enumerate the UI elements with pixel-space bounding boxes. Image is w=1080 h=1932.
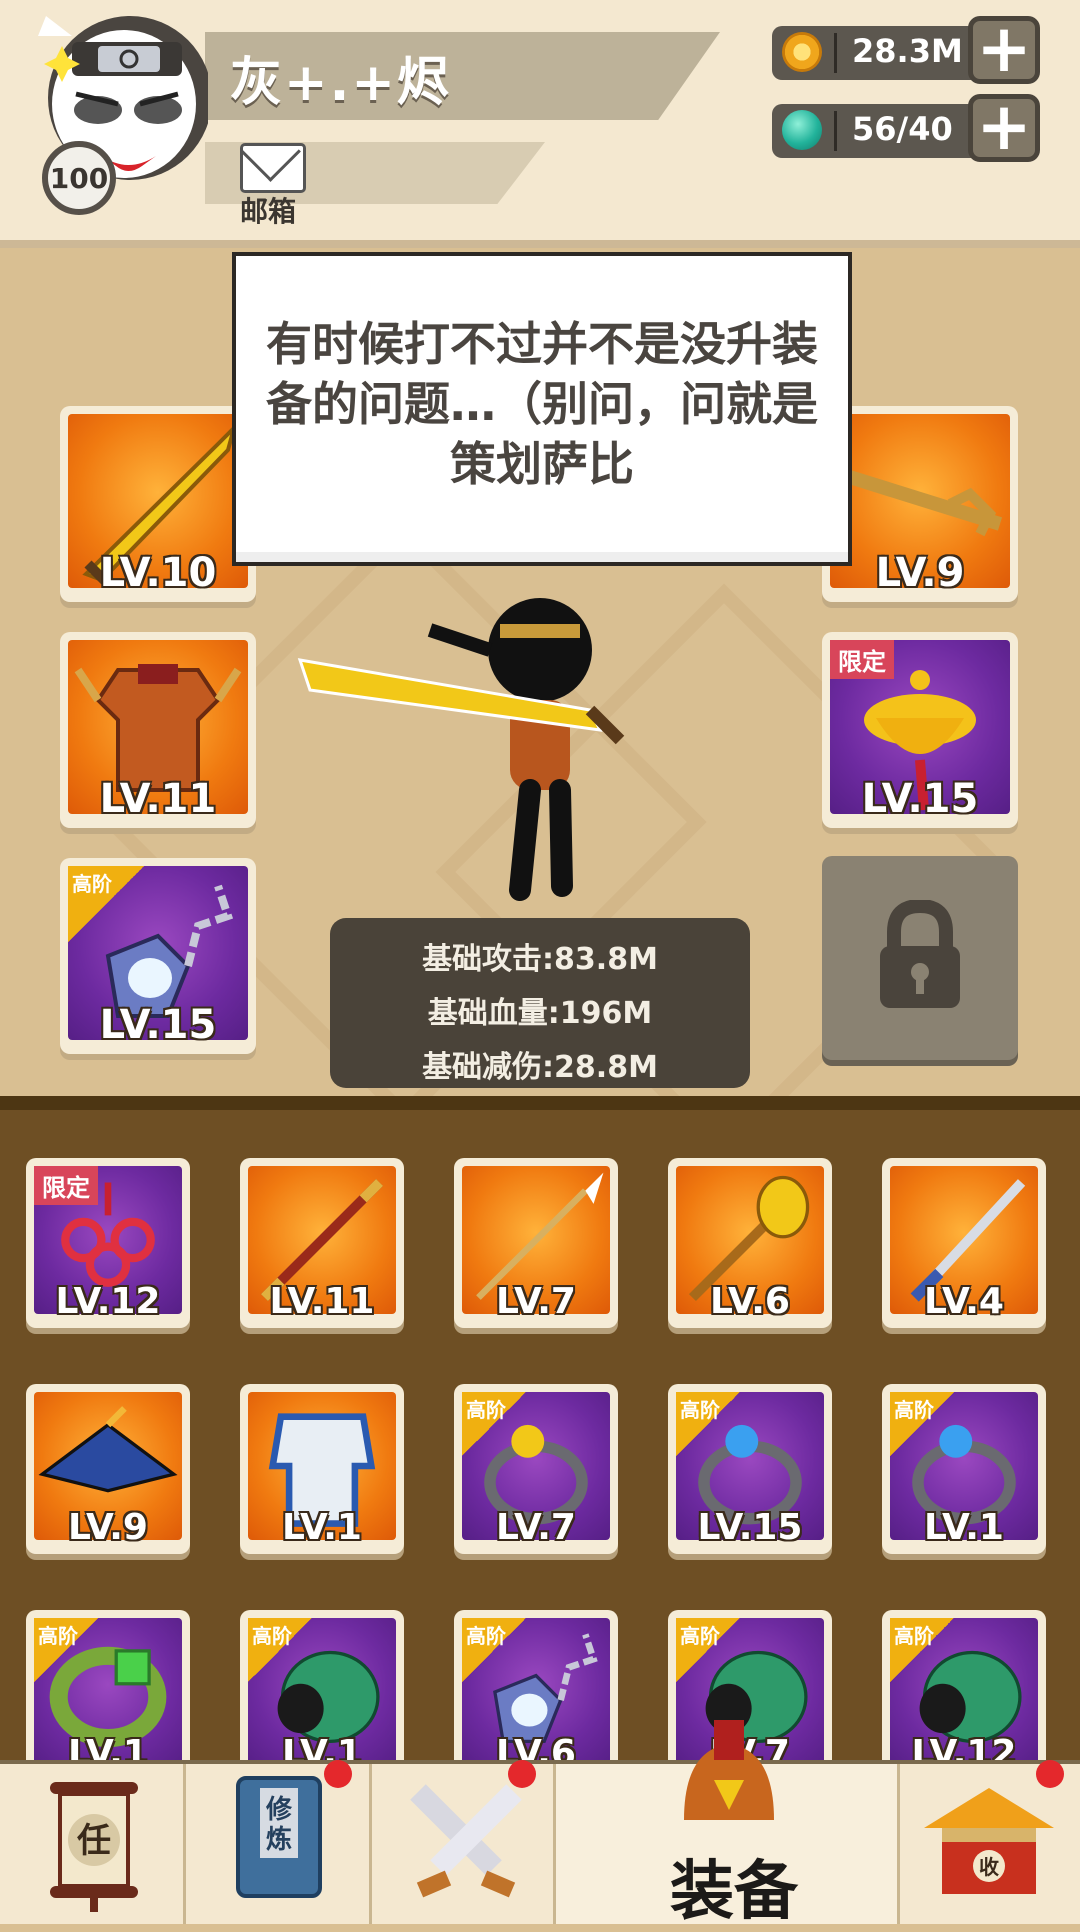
inventory-item[interactable]: 高阶 LV.7 [454, 1384, 618, 1554]
avatar-level-badge: 100 [42, 141, 116, 215]
nav-equipment-label[interactable]: 装备 [670, 1840, 798, 1932]
tag-label: 高阶 [894, 1398, 934, 1422]
avatar[interactable]: 100 [32, 6, 212, 215]
nav-task-button[interactable]: 任 [0, 1764, 186, 1924]
inventory-item[interactable]: LV.11 [240, 1158, 404, 1328]
inventory-item[interactable]: 高阶 LV.1 [26, 1610, 190, 1774]
inventory-item[interactable]: 高阶 LV.1 [240, 1610, 404, 1774]
add-gem-button[interactable]: + [968, 94, 1040, 162]
divider [834, 111, 837, 151]
book-icon: 修 炼 [236, 1776, 322, 1898]
level-label: LV.15 [99, 1002, 217, 1048]
tag-badge: 高阶 [676, 1392, 740, 1456]
tag-label: 高阶 [252, 1624, 292, 1648]
nav-cultivate-button[interactable]: 修 炼 [186, 1760, 372, 1924]
tag-label: 高阶 [466, 1624, 506, 1648]
gold-value: 28.3M [852, 32, 963, 70]
tag-badge: 高阶 [462, 1392, 526, 1456]
cultivate-char-1: 修 [265, 1794, 293, 1825]
cultivate-char-2: 炼 [266, 1825, 292, 1855]
level-label: LV.7 [496, 1507, 576, 1548]
gold-coin-icon [782, 32, 822, 72]
notification-dot [508, 1760, 536, 1788]
level-label: LV.7 [496, 1281, 576, 1322]
tag-badge: 高阶 [34, 1618, 98, 1682]
locked-slot[interactable] [822, 856, 1018, 1060]
notification-dot [324, 1760, 352, 1788]
tag-label: 高阶 [466, 1398, 506, 1422]
inventory-item[interactable]: LV.7 [454, 1158, 618, 1328]
equip-slot-amulet[interactable]: 高阶 LV.15 [60, 858, 256, 1054]
inventory-item[interactable]: 高阶 LV.6 [454, 1610, 618, 1774]
tag-label: 高阶 [72, 872, 112, 896]
equip-slot-weapon[interactable]: LV.10 [60, 406, 256, 602]
tip-text: 有时候打不过并不是没升装备的问题…（别问，问就是策划萨比 [266, 317, 818, 491]
level-label: LV.10 [99, 550, 217, 596]
level-label: LV.11 [99, 776, 217, 822]
tip-bubble: 有时候打不过并不是没升装备的问题…（别问，问就是策划萨比 [232, 252, 852, 566]
inventory-item[interactable]: LV.9 [26, 1384, 190, 1554]
inventory-item[interactable]: 高阶 LV.15 [668, 1384, 832, 1554]
gem-value: 56/40 [852, 110, 953, 148]
tag-label: 高阶 [680, 1398, 720, 1422]
equip-slot-treasure[interactable]: 限定 LV.15 [822, 632, 1018, 828]
tag-badge: 高阶 [890, 1618, 954, 1682]
top-bar: 灰+.+烬 邮箱 100 28.3M + 56/40 + [0, 0, 1080, 248]
level-label: LV.11 [269, 1281, 375, 1322]
level-label: LV.6 [710, 1281, 790, 1322]
tag-badge: 高阶 [68, 866, 144, 942]
bottom-nav: 任 修 炼 装备 收 [0, 1720, 1080, 1929]
tag-badge: 限定 [34, 1166, 98, 1205]
tag-badge: 高阶 [462, 1618, 526, 1682]
inventory-item[interactable]: 高阶 LV.12 [882, 1610, 1046, 1774]
equip-slot-armor[interactable]: LV.11 [60, 632, 256, 828]
inventory-item[interactable]: LV.4 [882, 1158, 1046, 1328]
inventory-item[interactable]: LV.1 [240, 1384, 404, 1554]
character-figure [297, 598, 625, 901]
add-gold-button[interactable]: + [968, 16, 1040, 84]
level-label: LV.1 [282, 1507, 362, 1548]
notification-dot [1036, 1760, 1064, 1788]
scroll-icon: 任 [50, 1782, 138, 1912]
nav-battle-button[interactable] [372, 1760, 556, 1924]
helmet-icon [684, 1720, 774, 1820]
defense-stat: 基础减伤:28.8M [422, 1050, 658, 1085]
attack-stat: 基础攻击:83.8M [422, 942, 658, 977]
level-label: LV.12 [55, 1281, 161, 1322]
shop-char: 收 [979, 1855, 999, 1879]
lock-icon [880, 900, 960, 1008]
player-name[interactable]: 灰+.+烬 [230, 40, 451, 115]
level-label: LV.4 [924, 1281, 1004, 1322]
divider [834, 33, 837, 73]
inventory-grid: 限定 LV.12 LV.11 LV.7 LV.6 LV.4 LV.9 LV.1 高阶 LV.7 高阶… [0, 1096, 1080, 1774]
tag-label: 高阶 [680, 1624, 720, 1648]
tag-badge: 高阶 [248, 1618, 312, 1682]
crossed-swords-icon [410, 1784, 522, 1898]
level-label: LV.9 [68, 1507, 148, 1548]
nav-shop-button[interactable]: 收 [900, 1760, 1080, 1924]
level-label: LV.15 [697, 1507, 803, 1548]
stats-panel: 基础攻击:83.8M 基础血量:196M 基础减伤:28.8M [330, 918, 750, 1088]
shop-icon: 收 [924, 1788, 1054, 1894]
tag-label: 高阶 [38, 1624, 78, 1648]
inventory-item[interactable]: 限定 LV.12 [26, 1158, 190, 1328]
green-gem-icon [782, 110, 822, 150]
tag-badge: 高阶 [676, 1618, 740, 1682]
inventory-item[interactable]: 高阶 LV.1 [882, 1384, 1046, 1554]
hp-stat: 基础血量:196M [427, 996, 653, 1031]
task-char: 任 [77, 1821, 111, 1861]
tag-label: 高阶 [894, 1624, 934, 1648]
tag-badge: 高阶 [890, 1392, 954, 1456]
inventory-item[interactable]: LV.6 [668, 1158, 832, 1328]
tag-badge: 限定 [830, 640, 894, 679]
level-label: LV.15 [861, 776, 979, 822]
level-label: LV.1 [924, 1507, 1004, 1548]
mail-label[interactable]: 邮箱 [240, 190, 296, 230]
mail-icon[interactable] [240, 143, 306, 193]
